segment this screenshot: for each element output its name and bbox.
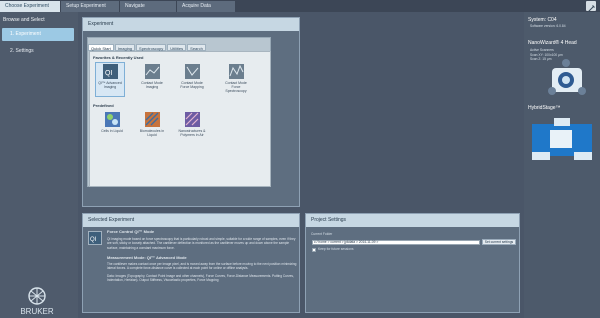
contact-mode-spectroscopy-icon xyxy=(228,63,245,80)
mode-title: Force Control QI™ Mode xyxy=(107,229,155,234)
nanostructures-icon xyxy=(184,111,201,128)
hybrid-stage-image xyxy=(530,116,594,164)
contact-mode-force-icon xyxy=(184,63,201,80)
project-settings-title: Project Settings xyxy=(306,214,519,227)
mode-qi-advanced-imaging[interactable]: QI QI™ Advanced Imaging xyxy=(95,62,125,97)
project-settings-panel: Project Settings Current Folder c:/ home… xyxy=(305,213,520,313)
nav-title: Browse and Select xyxy=(3,17,45,23)
stage-title: HybridStage™ xyxy=(528,105,561,111)
tab-setup-experiment[interactable]: Setup Experiment xyxy=(61,1,119,12)
mode-label: Contact Mode Force Spectroscopy xyxy=(225,81,247,93)
tab-imaging[interactable]: Imaging xyxy=(114,44,136,51)
preset-cells-in-liquid[interactable]: Cells in Liquid xyxy=(98,111,126,144)
current-folder-label: Current Folder xyxy=(311,232,333,236)
cells-icon xyxy=(104,111,121,128)
left-navigation: Browse and Select 1. Experiment 2. Setti… xyxy=(0,12,78,318)
contact-mode-icon xyxy=(144,63,161,80)
mode-label: QI™ Advanced Imaging xyxy=(98,81,122,89)
tab-choose-experiment[interactable]: Choose Experiment xyxy=(0,1,60,12)
preset-label: Biomolecules in Liquid xyxy=(139,129,165,137)
qi-icon: QI xyxy=(102,63,119,80)
preset-label: Nanostructures & Polymers in Air xyxy=(178,129,206,137)
mode-label: Contact Mode Force Mapping xyxy=(180,81,204,89)
bruker-logo: BRUKER xyxy=(13,284,61,318)
software-version: Software version: 6.0.84 xyxy=(530,24,566,28)
tab-utilities[interactable]: Utilities xyxy=(167,44,187,51)
tab-navigate[interactable]: Navigate xyxy=(120,1,176,12)
system-title: System: C04 xyxy=(528,17,557,23)
experiment-panel: Experiment Quick Start Imaging Spectrosc… xyxy=(82,17,300,207)
tab-search[interactable]: Search xyxy=(187,44,206,51)
wrench-icon[interactable] xyxy=(586,1,596,13)
svg-text:QI: QI xyxy=(90,237,97,243)
measurement-description: The cantilever makes contact once per im… xyxy=(107,261,297,271)
top-tab-bar: Choose Experiment Setup Experiment Navig… xyxy=(0,0,600,13)
predefined-heading: Predefined xyxy=(93,103,114,108)
nav-item-settings[interactable]: 2. Settings xyxy=(2,45,74,58)
preset-nanostructures-in-air[interactable]: Nanostructures & Polymers in Air xyxy=(178,111,206,144)
keep-checkbox[interactable] xyxy=(312,248,316,252)
selected-experiment-panel: Selected Experiment QI Force Control QI™… xyxy=(82,213,300,313)
selected-experiment-title: Selected Experiment xyxy=(83,214,299,227)
qi-mode-icon: QI xyxy=(88,231,102,245)
favorites-heading: Favorites & Recently Used xyxy=(93,55,144,60)
tab-acquire-data[interactable]: Acquire Data xyxy=(177,1,235,12)
experiment-panel-title: Experiment xyxy=(83,18,299,31)
nav-item-experiment[interactable]: 1. Experiment xyxy=(2,28,74,41)
head-title: NanoWizard® 4 Head xyxy=(528,40,577,46)
biomolecules-icon xyxy=(144,111,161,128)
current-folder-input[interactable]: c:/ home > current > jpkdata > 2014-11-0… xyxy=(312,240,480,245)
afm-head-image xyxy=(544,58,590,102)
system-sidebar: System: C04 Software version: 6.0.84 Nan… xyxy=(524,12,600,318)
preset-label: Cells in Liquid xyxy=(101,129,123,133)
preset-biomolecules-in-liquid[interactable]: Biomolecules in Liquid xyxy=(138,111,166,144)
set-settings-button[interactable]: Set current settings xyxy=(482,239,516,245)
tab-spectroscopy[interactable]: Spectroscopy xyxy=(136,44,167,51)
mode-description: QI imaging mode based on force spectrosc… xyxy=(107,236,296,250)
mode-contact-imaging[interactable]: Contact Mode Imaging xyxy=(138,63,166,96)
quick-start-body: Favorites & Recently Used QI QI™ Advance… xyxy=(89,51,271,187)
keep-checkbox-label: Keep for future sessions xyxy=(318,247,354,251)
data-description: Data: Images (Topography, Contact Point … xyxy=(107,273,294,283)
measurement-title: Measurement Mode: QI™ Advanced Mode xyxy=(107,255,187,260)
mode-label: Contact Mode Imaging xyxy=(141,81,163,89)
svg-text:BRUKER: BRUKER xyxy=(20,307,54,316)
svg-text:QI: QI xyxy=(105,70,112,77)
mode-contact-force-mapping[interactable]: Contact Mode Force Mapping xyxy=(178,63,206,96)
tab-quick-start[interactable]: Quick Start xyxy=(88,44,114,51)
mode-contact-force-spectroscopy[interactable]: Contact Mode Force Spectroscopy xyxy=(222,63,250,96)
experiment-tabs: Quick Start Imaging Spectroscopy Utiliti… xyxy=(88,44,206,51)
